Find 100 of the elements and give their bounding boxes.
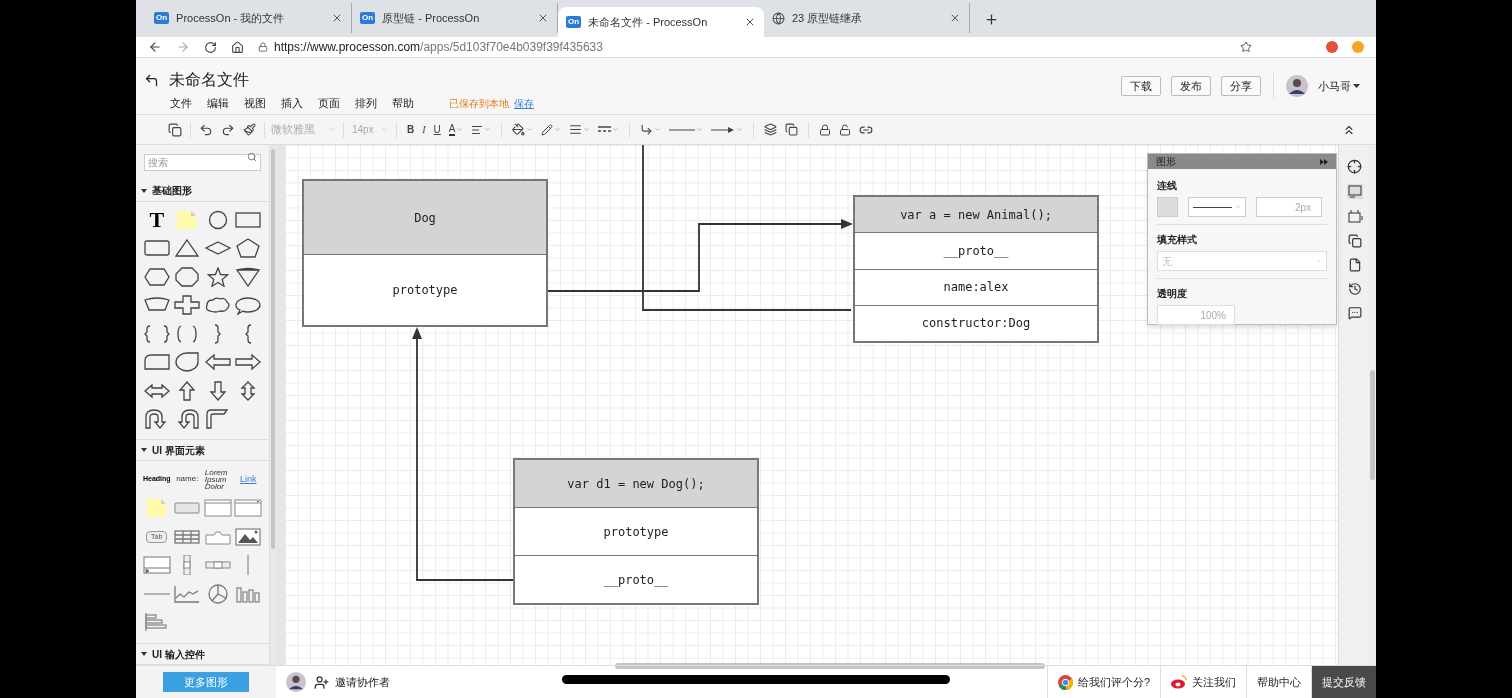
scrollbar[interactable]: [615, 663, 1045, 669]
video-player-icon[interactable]: [142, 555, 171, 576]
fill-bucket-icon[interactable]: [512, 123, 526, 136]
triangle-icon[interactable]: [173, 238, 202, 259]
field-label: 填充样式: [1157, 233, 1198, 247]
style-icon[interactable]: [1346, 184, 1363, 199]
underline-button[interactable]: U: [431, 119, 443, 140]
close-icon[interactable]: [537, 12, 549, 24]
rounded-rectangle-icon[interactable]: [142, 238, 171, 259]
back-icon[interactable]: [148, 40, 162, 54]
site-logo: On: [566, 16, 582, 28]
document-title[interactable]: 未命名文件: [169, 68, 249, 92]
bold-button[interactable]: B: [405, 119, 417, 140]
dash-style-icon[interactable]: [598, 124, 612, 135]
new-tab-icon[interactable]: [984, 12, 999, 27]
speech-bubble-icon[interactable]: [234, 295, 263, 316]
close-icon[interactable]: [744, 16, 756, 28]
menu-item[interactable]: 视图: [244, 95, 266, 112]
line-style-select[interactable]: [1188, 197, 1246, 217]
footer-link[interactable]: 提交反馈: [1311, 666, 1376, 698]
cloud-icon[interactable]: [203, 295, 232, 316]
lock-icon: [258, 42, 268, 52]
menu-item[interactable]: 页面: [318, 95, 340, 112]
social-logo-icon: [1171, 675, 1187, 689]
text-tool[interactable]: T: [149, 209, 165, 230]
section-title[interactable]: 基础图形: [152, 183, 192, 199]
section-title[interactable]: UI 输入控件: [152, 646, 205, 662]
link-sample[interactable]: Link: [240, 472, 257, 487]
footer-link[interactable]: 给我们评个分?: [1046, 666, 1160, 698]
node-row-text: prototype: [392, 282, 458, 299]
panel-title: 图形: [1156, 155, 1176, 169]
browser-tab[interactable]: On 原型链 - ProcessOn: [352, 3, 558, 33]
layers-icon[interactable]: [1347, 234, 1362, 248]
braces-icon[interactable]: [142, 323, 171, 344]
star-icon[interactable]: [1240, 41, 1252, 53]
italic-button[interactable]: I: [420, 119, 428, 140]
page-icon[interactable]: [1347, 258, 1362, 272]
label-sample[interactable]: name:: [176, 473, 199, 486]
save-status: 已保存到本地: [449, 96, 509, 111]
arrow-style-icon[interactable]: [711, 125, 736, 134]
browser-logo-icon: [1057, 674, 1073, 690]
right-arrow-icon[interactable]: [234, 352, 263, 373]
connector-style-icon[interactable]: [640, 123, 654, 136]
caret-icon[interactable]: [1353, 83, 1360, 89]
header-button[interactable]: 分享: [1221, 76, 1261, 96]
comment-icon[interactable]: [1347, 306, 1362, 320]
menu-item[interactable]: 插入: [281, 95, 303, 112]
field-label: 透明度: [1157, 287, 1188, 301]
octagon-icon[interactable]: [173, 266, 202, 287]
history-icon[interactable]: [1347, 282, 1362, 296]
home-icon[interactable]: [231, 40, 244, 54]
position-icon[interactable]: [1347, 159, 1362, 174]
image-icon[interactable]: [234, 526, 263, 547]
tab-title: 23 原型链继承: [792, 10, 864, 26]
collapse-icon[interactable]: [1320, 158, 1328, 165]
scrollbar[interactable]: [1370, 370, 1375, 480]
align-icon[interactable]: [471, 123, 484, 136]
left-arrow-icon[interactable]: [203, 352, 232, 373]
back-icon[interactable]: [144, 72, 159, 88]
teardrop-icon[interactable]: [173, 352, 202, 373]
search-field[interactable]: 搜索: [144, 154, 261, 171]
expanded-caret-icon[interactable]: [140, 186, 148, 195]
close-icon[interactable]: [949, 12, 961, 24]
close-icon[interactable]: [331, 12, 343, 24]
header-button[interactable]: 发布: [1171, 76, 1211, 96]
avatar[interactable]: [1286, 75, 1308, 97]
inverted-triangle-icon[interactable]: [234, 266, 263, 287]
pen-icon[interactable]: [541, 123, 554, 136]
search-icon[interactable]: [247, 152, 257, 162]
extension-icon[interactable]: [1326, 41, 1338, 53]
expanded-caret-icon[interactable]: [140, 446, 148, 454]
tab-title: ProcessOn - 我的文件: [176, 10, 286, 26]
menu-item[interactable]: 排列: [355, 95, 377, 112]
hexagon-icon[interactable]: [142, 266, 171, 287]
menu-item[interactable]: 帮助: [392, 95, 414, 112]
browser-tab[interactable]: 23 原型链继承: [764, 3, 970, 33]
reload-icon[interactable]: [204, 40, 217, 54]
browser-tab[interactable]: On ProcessOn - 我的文件: [146, 3, 352, 33]
line-weight-icon[interactable]: [569, 123, 583, 136]
rounded-left-rectangle-icon[interactable]: [142, 352, 171, 373]
resize-icon[interactable]: [1346, 209, 1363, 224]
save-link[interactable]: 保存: [514, 95, 534, 111]
avatar[interactable]: [286, 672, 306, 692]
color-swatch[interactable]: [1157, 197, 1178, 217]
invite-link[interactable]: 邀请协作者: [335, 673, 390, 691]
line-chart-icon[interactable]: [173, 583, 202, 604]
user-menu[interactable]: 小马哥: [1318, 77, 1360, 95]
globe-icon: [772, 11, 785, 25]
rectangle-icon[interactable]: [234, 209, 263, 230]
browser-tab[interactable]: On 未命名文件 - ProcessOn: [558, 7, 764, 37]
cross-icon[interactable]: [173, 295, 202, 316]
header-button[interactable]: 下载: [1121, 76, 1161, 96]
paragraph-sample[interactable]: Lorem Ipsum Dolor: [204, 468, 231, 490]
footer-link[interactable]: 关注我们: [1160, 666, 1246, 698]
text-color-button[interactable]: A: [446, 119, 466, 140]
menu-item[interactable]: 编辑: [207, 95, 229, 112]
section-title[interactable]: UI 界面元素: [152, 442, 205, 458]
address-field[interactable]: https://www.processon.com/apps/5d103f70e4b039f39f435633: [258, 38, 1226, 56]
add-user-icon[interactable]: [314, 674, 329, 690]
menu-item[interactable]: 文件: [170, 95, 192, 112]
